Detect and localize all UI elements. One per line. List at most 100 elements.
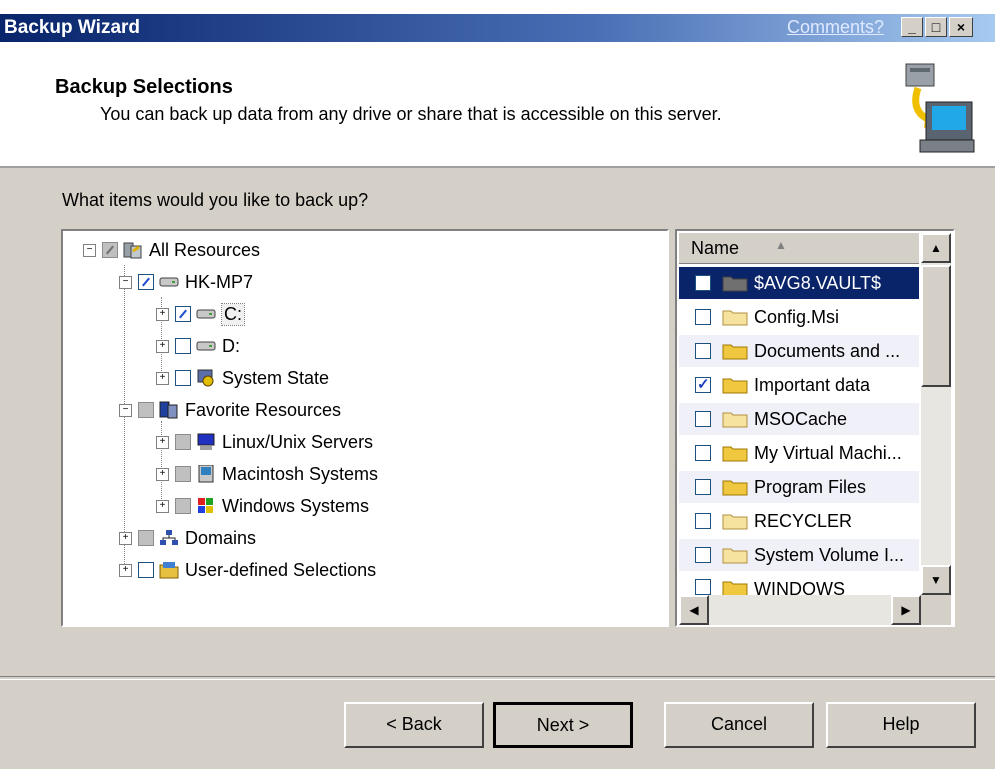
favorites-icon <box>159 401 178 419</box>
horizontal-scrollbar[interactable]: ◀ ▶ <box>679 595 921 625</box>
tree-item-label: Macintosh Systems <box>222 463 379 484</box>
list-item[interactable]: MSOCache <box>679 403 919 435</box>
list-item[interactable]: WINDOWS <box>679 573 919 595</box>
scroll-left-icon[interactable]: ◀ <box>679 595 709 625</box>
checkbox[interactable] <box>138 274 154 290</box>
folder-icon <box>722 276 748 292</box>
collapse-icon[interactable]: − <box>119 275 132 289</box>
checkbox[interactable] <box>175 498 191 514</box>
checkbox[interactable] <box>695 411 711 427</box>
domains-icon <box>160 530 178 545</box>
tree-item-label: Favorite Resources <box>185 399 342 420</box>
expand-icon[interactable]: + <box>156 307 169 321</box>
list-item[interactable]: Documents and ... <box>679 335 919 367</box>
help-button[interactable]: Help <box>826 702 976 748</box>
next-button[interactable]: Next > <box>493 702 633 748</box>
folder-icon <box>722 412 748 428</box>
tree-item-label: Domains <box>185 527 257 548</box>
scroll-right-icon[interactable]: ▶ <box>891 595 921 625</box>
system-state-icon <box>197 369 214 387</box>
checkbox[interactable] <box>102 242 118 258</box>
question-label: What items would you like to back up? <box>62 190 369 210</box>
list-item[interactable]: Config.Msi <box>679 301 919 333</box>
folder-icon <box>722 378 748 394</box>
window-title: Backup Wizard <box>4 17 141 38</box>
checkbox[interactable] <box>695 579 711 595</box>
folder-icon <box>722 310 748 326</box>
list-item-label: Important data <box>754 374 871 395</box>
list-item[interactable]: $AVG8.VAULT$ <box>679 267 919 299</box>
tree-item-linux-unix[interactable]: + Linux/Unix Servers <box>156 429 373 455</box>
resources-icon <box>123 242 142 259</box>
checkbox[interactable] <box>175 370 191 386</box>
list-item-label: MSOCache <box>754 408 848 429</box>
checkbox[interactable] <box>695 375 711 393</box>
back-button[interactable]: < Back <box>344 702 484 748</box>
scroll-thumb[interactable] <box>921 265 951 387</box>
scroll-down-icon[interactable]: ▼ <box>921 565 951 595</box>
checkbox[interactable] <box>695 513 711 529</box>
checkbox[interactable] <box>138 562 154 578</box>
tree-item-server[interactable]: − HK-MP7 <box>119 269 253 295</box>
drive-icon <box>196 341 216 351</box>
list-item-label: System Volume I... <box>754 544 905 565</box>
list-item[interactable]: My Virtual Machi... <box>679 437 919 469</box>
drive-icon <box>196 309 216 319</box>
expand-icon[interactable]: + <box>156 371 169 385</box>
checkbox[interactable] <box>695 309 711 325</box>
tree-item-system-state[interactable]: + System State <box>156 365 329 391</box>
checkbox[interactable] <box>138 402 154 418</box>
comments-link[interactable]: Comments? <box>787 17 884 38</box>
tree-item-label: System State <box>222 367 330 388</box>
vertical-scrollbar[interactable]: ▲ ▼ <box>921 233 951 595</box>
sort-ascending-icon: ▲ <box>775 238 787 252</box>
checkbox[interactable] <box>175 434 191 450</box>
resource-tree[interactable]: − All Resources − HK-MP7 + C: + D: + Sys… <box>61 229 669 627</box>
tree-item-drive-c[interactable]: + C: <box>156 301 245 327</box>
checkbox[interactable] <box>695 275 711 291</box>
checkbox[interactable] <box>138 530 154 546</box>
folder-icon <box>722 514 748 530</box>
expand-icon[interactable]: + <box>156 499 169 513</box>
minimize-button[interactable]: _ <box>901 17 923 37</box>
tree-item-user-defined[interactable]: + User-defined Selections <box>119 557 376 583</box>
list-item[interactable]: Important data <box>679 369 919 401</box>
checkbox[interactable] <box>695 343 711 359</box>
folder-icon <box>722 480 748 496</box>
expand-icon[interactable]: + <box>156 467 169 481</box>
close-button[interactable]: × <box>949 17 973 37</box>
folder-icon <box>722 446 748 462</box>
list-item[interactable]: Program Files <box>679 471 919 503</box>
tree-item-drive-d[interactable]: + D: <box>156 333 240 359</box>
maximize-button[interactable]: □ <box>925 17 947 37</box>
cancel-button[interactable]: Cancel <box>664 702 814 748</box>
file-list[interactable]: Name ▲ $AVG8.VAULT$ Config.Msi Documents… <box>675 229 955 627</box>
list-item[interactable]: System Volume I... <box>679 539 919 571</box>
tree-item-all-resources[interactable]: − All Resources <box>83 237 260 263</box>
tree-item-favorite-resources[interactable]: − Favorite Resources <box>119 397 341 423</box>
checkbox[interactable] <box>695 479 711 495</box>
folder-icon <box>722 548 748 564</box>
list-item[interactable]: RECYCLER <box>679 505 919 537</box>
tree-item-windows[interactable]: + Windows Systems <box>156 493 369 519</box>
collapse-icon[interactable]: − <box>83 243 96 257</box>
tree-item-label: C: <box>221 302 245 326</box>
checkbox[interactable] <box>695 445 711 461</box>
checkbox[interactable] <box>175 338 191 354</box>
page-title: Backup Selections <box>55 76 233 98</box>
expand-icon[interactable]: + <box>156 339 169 353</box>
collapse-icon[interactable]: − <box>119 403 132 417</box>
checkbox[interactable] <box>695 547 711 563</box>
tree-item-macintosh[interactable]: + Macintosh Systems <box>156 461 378 487</box>
checkbox[interactable] <box>175 466 191 482</box>
scroll-up-icon[interactable]: ▲ <box>921 233 951 263</box>
column-header-name[interactable]: Name ▲ <box>679 233 919 264</box>
expand-icon[interactable]: + <box>119 563 132 577</box>
tree-item-domains[interactable]: + Domains <box>119 525 256 551</box>
expand-icon[interactable]: + <box>156 435 169 449</box>
folder-icon <box>159 562 179 579</box>
expand-icon[interactable]: + <box>119 531 132 545</box>
list-item-label: My Virtual Machi... <box>754 442 902 463</box>
windows-icon <box>198 498 213 513</box>
checkbox[interactable] <box>175 306 191 322</box>
